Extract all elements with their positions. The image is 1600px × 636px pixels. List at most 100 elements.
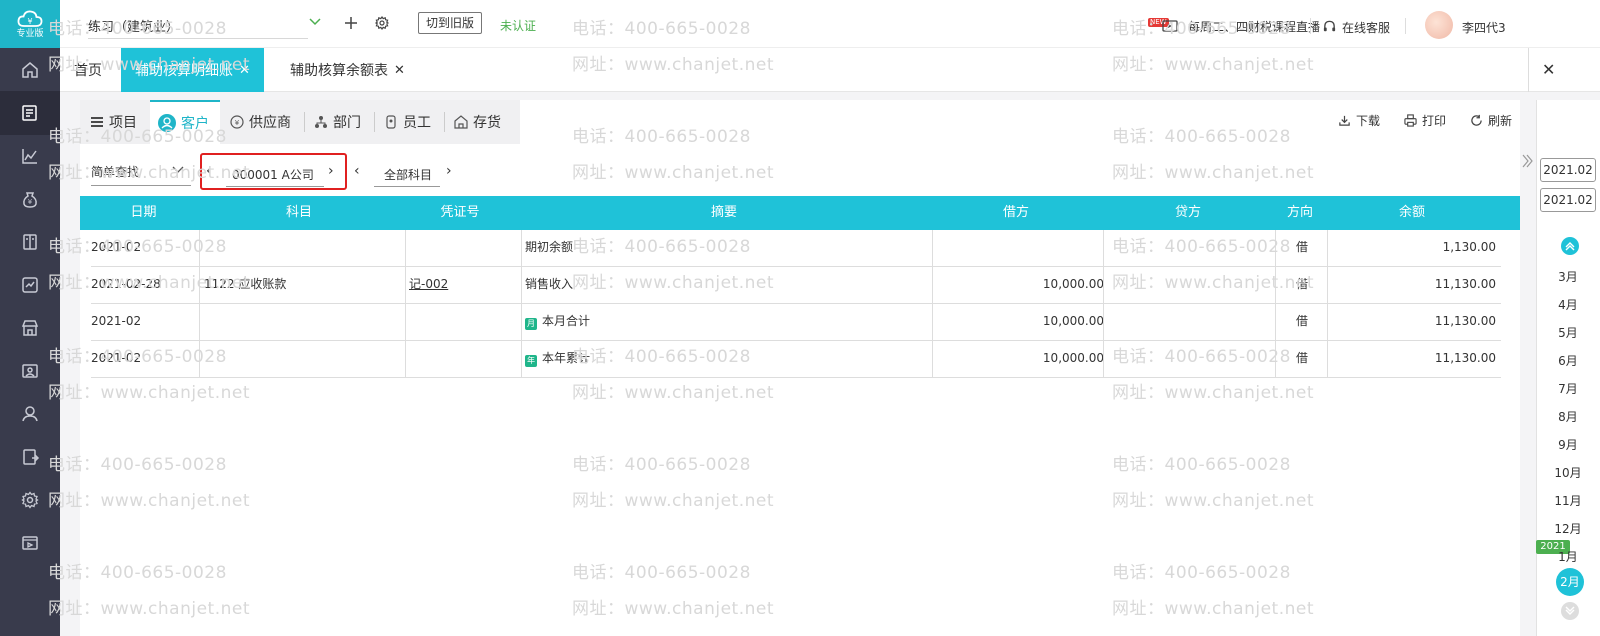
category-tab-project[interactable]: 项目	[90, 100, 150, 144]
category-tab-label: 部门	[333, 115, 361, 131]
month-item[interactable]: 4月	[1536, 296, 1600, 313]
close-all-tabs-icon[interactable]: ✕	[1542, 60, 1555, 79]
grid-line	[1275, 230, 1276, 378]
scroll-down-icon[interactable]	[1561, 602, 1579, 620]
app-logo[interactable]: ¥ 专业版	[0, 0, 60, 48]
cell-credit	[1104, 341, 1274, 378]
plus-icon[interactable]	[344, 16, 358, 30]
period-start-field[interactable]: 2021.02	[1540, 158, 1596, 182]
sidebar-item-voucher[interactable]	[0, 91, 60, 135]
svg-text:¥: ¥	[27, 17, 32, 26]
user-name[interactable]: 李四代3	[1462, 19, 1506, 36]
grid-line	[405, 230, 406, 378]
close-tab-icon[interactable]: ✕	[394, 63, 405, 78]
account-set-selector[interactable]: 练习（建筑业）	[88, 16, 179, 35]
user-avatar[interactable]	[1425, 11, 1453, 39]
table-row[interactable]: 2021-02 年本年累计 10,000.00 借 11,130.00	[91, 341, 1501, 378]
sidebar-item-video[interactable]	[0, 521, 60, 565]
subject-selector[interactable]: 全部科目	[384, 166, 432, 183]
sidebar-item-invoice[interactable]	[0, 435, 60, 479]
month-item[interactable]: 12月	[1536, 520, 1600, 537]
category-tab-customer[interactable]: 客户	[150, 100, 220, 144]
cell-date: 2021-02	[91, 240, 142, 254]
current-month-item[interactable]: 2月	[1556, 568, 1584, 596]
category-tab-employee[interactable]: 员工	[384, 100, 444, 144]
month-item[interactable]: 11月	[1536, 492, 1600, 509]
month-item[interactable]: 8月	[1536, 408, 1600, 425]
next-customer-arrow[interactable]: ›	[328, 163, 334, 179]
switch-old-version-button[interactable]: 切到旧版	[418, 12, 482, 34]
collapse-panel-icon[interactable]	[1520, 152, 1534, 170]
prev-customer-arrow[interactable]: ‹	[206, 163, 212, 179]
column-header-summary[interactable]: 摘要	[518, 196, 930, 230]
month-item[interactable]: 3月	[1536, 268, 1600, 285]
column-header-date[interactable]: 日期	[91, 196, 196, 230]
cell-voucher-link[interactable]: 记-002	[409, 267, 448, 304]
sidebar-item-money[interactable]: ¥	[0, 177, 60, 221]
tab-bar: 首页 辅助核算明细账 ✕ 辅助核算余额表 ✕ ✕	[60, 48, 1600, 92]
sidebar-item-store[interactable]	[0, 306, 60, 350]
live-tv-icon	[1162, 20, 1178, 32]
video-icon	[22, 536, 38, 550]
svg-text:¥: ¥	[28, 198, 33, 206]
column-header-balance[interactable]: 余额	[1326, 196, 1498, 230]
tab-aux-balance-sheet[interactable]: 辅助核算余额表 ✕	[276, 48, 419, 92]
download-button[interactable]: 下载	[1338, 112, 1380, 129]
chevron-down-icon[interactable]	[308, 17, 322, 27]
cloud-logo-icon: ¥	[17, 10, 43, 27]
column-header-credit[interactable]: 贷方	[1102, 196, 1274, 230]
month-item[interactable]: 10月	[1536, 464, 1600, 481]
grid-line	[1103, 230, 1104, 378]
chevron-down-icon[interactable]	[172, 166, 184, 174]
table-row[interactable]: 2021-02-28 1122 应收账款 记-002 销售收入 10,000.0…	[91, 267, 1501, 304]
category-tab-label: 项目	[109, 115, 137, 131]
close-tab-icon[interactable]: ✕	[239, 63, 250, 78]
column-header-debit[interactable]: 借方	[930, 196, 1102, 230]
certification-status[interactable]: 未认证	[500, 17, 536, 34]
category-tab-department[interactable]: 部门	[314, 100, 374, 144]
month-item[interactable]: 5月	[1536, 324, 1600, 341]
prev-subject-arrow[interactable]: ‹	[354, 163, 360, 179]
column-header-subject[interactable]: 科目	[196, 196, 402, 230]
table-header: 日期 科目 凭证号 摘要 借方 贷方 方向 余额	[80, 196, 1520, 230]
period-end-field[interactable]: 2021.02	[1540, 188, 1596, 212]
live-course-link[interactable]: 每周二、四财税课程直播	[1188, 18, 1320, 35]
line-chart-icon	[22, 149, 37, 164]
month-item[interactable]: 6月	[1536, 352, 1600, 369]
divider	[1310, 18, 1311, 34]
month-item[interactable]: 1月	[1536, 548, 1600, 565]
settings-gear-icon[interactable]	[374, 15, 390, 31]
sidebar-item-asset[interactable]	[0, 349, 60, 393]
month-item[interactable]: 9月	[1536, 436, 1600, 453]
scroll-up-icon[interactable]	[1561, 237, 1579, 255]
sidebar-item-report[interactable]	[0, 263, 60, 307]
column-header-voucher[interactable]: 凭证号	[402, 196, 518, 230]
divider	[304, 112, 305, 132]
gear-icon	[21, 491, 39, 509]
table-row[interactable]: 2021-02 期初余额 借 1,130.00	[91, 230, 1501, 267]
category-tab-supplier[interactable]: ¥ 供应商	[230, 100, 300, 144]
print-button[interactable]: 打印	[1404, 112, 1446, 129]
category-tab-inventory[interactable]: 存货	[454, 100, 514, 144]
online-service-link[interactable]: 在线客服	[1342, 19, 1390, 36]
tab-home[interactable]: 首页	[60, 48, 116, 92]
next-subject-arrow[interactable]: ›	[446, 163, 452, 179]
sidebar-item-home[interactable]	[0, 48, 60, 92]
month-item[interactable]: 7月	[1536, 380, 1600, 397]
table-row[interactable]: 2021-02 月本月合计 10,000.00 借 11,130.00	[91, 304, 1501, 341]
customer-selector[interactable]: 000001 A公司	[232, 166, 314, 183]
tab-label: 首页	[74, 63, 102, 79]
refresh-button[interactable]: 刷新	[1470, 112, 1512, 129]
cell-debit: 10,000.00	[1042, 277, 1104, 291]
column-header-direction[interactable]: 方向	[1274, 196, 1326, 230]
sidebar-item-salary[interactable]	[0, 392, 60, 436]
cell-summary: 年本年累计	[525, 341, 590, 378]
divider	[1528, 48, 1529, 92]
search-mode-select[interactable]: 简单查找	[91, 163, 139, 180]
tab-label: 辅助核算余额表	[290, 63, 388, 79]
home-icon	[22, 62, 38, 78]
tab-aux-detail-ledger[interactable]: 辅助核算明细账 ✕	[121, 48, 264, 92]
sidebar-item-book[interactable]	[0, 220, 60, 264]
sidebar-item-chart[interactable]	[0, 134, 60, 178]
sidebar-item-settings[interactable]	[0, 478, 60, 522]
